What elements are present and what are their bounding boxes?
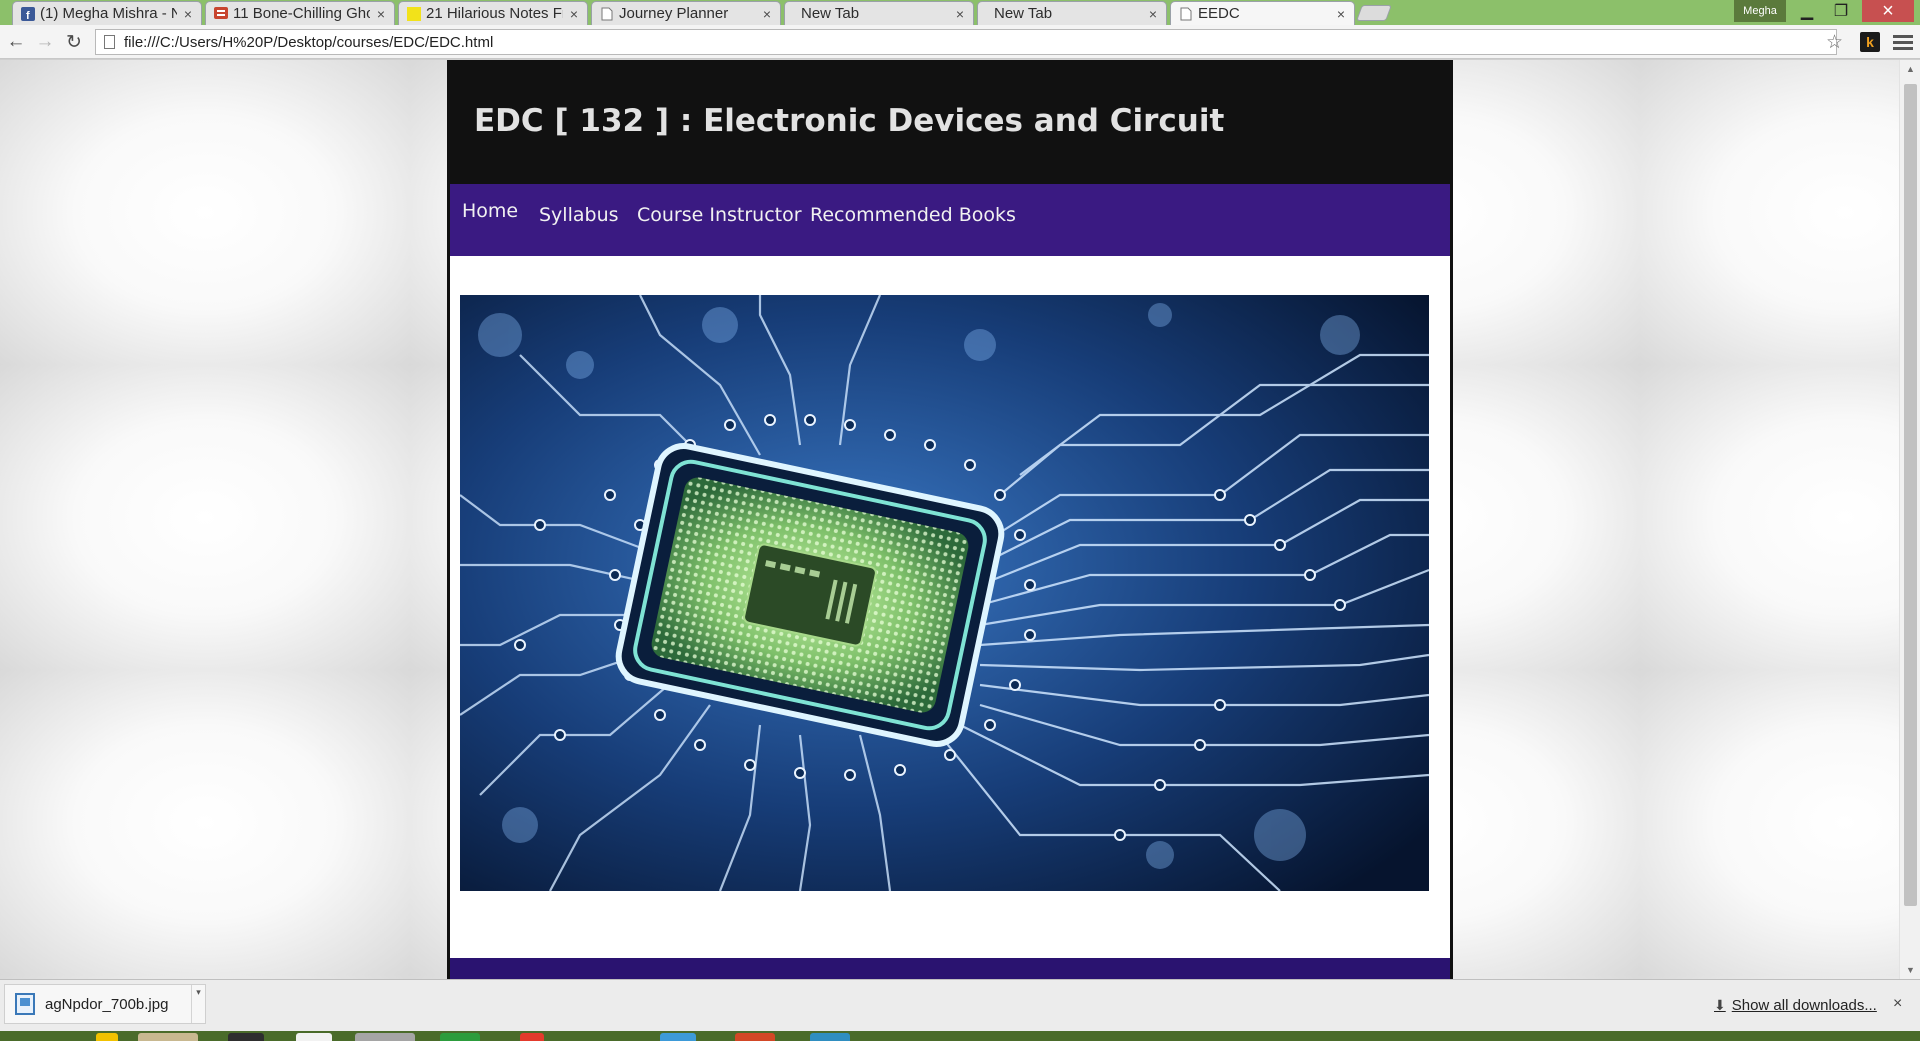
tab-hilarious-notes[interactable]: 21 Hilarious Notes Fr × — [398, 1, 588, 25]
tab-eedc[interactable]: EEDC × — [1170, 1, 1355, 25]
close-icon[interactable]: × — [1893, 995, 1902, 1013]
site-footer — [450, 958, 1450, 979]
download-shelf: agNpdor_700b.jpg ▾ ⬇ Show all downloads.… — [0, 979, 1920, 1031]
tab-close-icon[interactable]: × — [1146, 6, 1160, 22]
chevron-down-icon[interactable]: ▾ — [191, 985, 205, 1023]
url-text: file:///C:/Users/H%20P/Desktop/courses/E… — [124, 33, 494, 51]
tab-title: (1) Megha Mishra - N — [40, 5, 177, 22]
site-header: EDC [ 132 ] : Electronic Devices and Cir… — [450, 60, 1450, 184]
nav-course-instructor[interactable]: Course Instructor — [637, 204, 802, 226]
svg-text:f: f — [26, 10, 30, 21]
profile-badge[interactable]: Megha — [1734, 0, 1786, 22]
tab-close-icon[interactable]: × — [953, 6, 967, 22]
taskbar-app-icon[interactable] — [96, 1033, 118, 1041]
taskbar-chrome-icon[interactable] — [355, 1033, 415, 1041]
tab-buzzfeed[interactable]: 11 Bone-Chilling Gho × — [205, 1, 395, 25]
site-container: EDC [ 132 ] : Electronic Devices and Cir… — [447, 60, 1453, 979]
taskbar-app-icon[interactable] — [660, 1033, 696, 1041]
tab-close-icon[interactable]: × — [1334, 6, 1348, 22]
taskbar-app-icon[interactable] — [735, 1033, 775, 1041]
tab-close-icon[interactable]: × — [374, 6, 388, 22]
tab-title: New Tab — [994, 5, 1053, 22]
browser-toolbar: ← → ↻ file:///C:/Users/H%20P/Desktop/cou… — [0, 25, 1920, 59]
page-viewport: EDC [ 132 ] : Electronic Devices and Cir… — [0, 60, 1899, 979]
new-tab-button[interactable] — [1356, 5, 1392, 21]
page-icon — [1179, 7, 1193, 21]
download-filename: agNpdor_700b.jpg — [45, 995, 169, 1013]
taskbar-app-icon[interactable] — [520, 1033, 544, 1041]
tab-close-icon[interactable]: × — [567, 6, 581, 22]
taskbar-app-icon[interactable] — [296, 1033, 332, 1041]
facebook-icon: f — [21, 6, 35, 21]
tab-facebook[interactable]: f (1) Megha Mishra - N × — [12, 1, 202, 25]
show-all-label: Show all downloads... — [1731, 997, 1877, 1014]
download-arrow-icon: ⬇ — [1714, 997, 1726, 1013]
nav-home[interactable]: Home — [462, 200, 518, 222]
tab-title: New Tab — [801, 5, 860, 22]
address-bar[interactable]: file:///C:/Users/H%20P/Desktop/courses/E… — [95, 29, 1837, 55]
windows-taskbar — [0, 1031, 1920, 1041]
tab-new-tab-1[interactable]: New Tab × — [784, 1, 974, 25]
scroll-down-arrow-icon[interactable]: ▼ — [1900, 963, 1920, 977]
download-item[interactable]: agNpdor_700b.jpg ▾ — [4, 984, 206, 1024]
tab-new-tab-2[interactable]: New Tab × — [977, 1, 1167, 25]
page-icon — [600, 7, 614, 21]
minimize-icon[interactable]: ▁ — [1790, 0, 1824, 22]
yellow-square-icon — [407, 6, 421, 21]
back-arrow-icon[interactable]: ← — [4, 30, 28, 54]
scrollbar-thumb[interactable] — [1904, 84, 1917, 906]
nav-syllabus[interactable]: Syllabus — [539, 204, 619, 226]
page-title: EDC [ 132 ] : Electronic Devices and Cir… — [474, 103, 1225, 139]
taskbar-app-icon[interactable] — [440, 1033, 480, 1041]
image-file-icon — [15, 993, 35, 1015]
buzzfeed-icon — [214, 6, 228, 21]
show-all-downloads-link[interactable]: ⬇ Show all downloads... — [1714, 997, 1877, 1014]
circuit-board-image — [460, 295, 1429, 891]
tab-title: EEDC — [1198, 5, 1240, 22]
vertical-scrollbar[interactable]: ▲ ▼ — [1899, 60, 1920, 979]
bookmark-star-icon[interactable]: ☆ — [1826, 33, 1843, 52]
tab-title: Journey Planner — [619, 5, 729, 22]
tab-close-icon[interactable]: × — [181, 6, 195, 22]
forward-arrow-icon[interactable]: → — [33, 30, 57, 54]
taskbar-app-icon[interactable] — [228, 1033, 264, 1041]
tab-title: 11 Bone-Chilling Gho — [233, 5, 370, 22]
tab-journey-planner[interactable]: Journey Planner × — [591, 1, 781, 25]
scroll-up-arrow-icon[interactable]: ▲ — [1900, 62, 1920, 76]
reload-icon[interactable]: ↻ — [62, 30, 86, 54]
extension-k-icon[interactable]: k — [1860, 32, 1880, 52]
tab-title: 21 Hilarious Notes Fr — [426, 5, 563, 22]
tab-close-icon[interactable]: × — [760, 6, 774, 22]
site-nav: Home Syllabus Course Instructor Recommen… — [450, 184, 1450, 256]
nav-recommended-books[interactable]: Recommended Books — [810, 204, 1016, 226]
taskbar-app-icon[interactable] — [138, 1033, 198, 1041]
tab-strip: f (1) Megha Mishra - N × 11 Bone-Chillin… — [0, 0, 1920, 25]
page-icon — [104, 35, 115, 49]
window-close-icon[interactable]: × — [1862, 0, 1914, 22]
chrome-menu-icon[interactable] — [1893, 32, 1913, 52]
restore-icon[interactable]: ❐ — [1824, 0, 1858, 22]
taskbar-app-icon[interactable] — [810, 1033, 850, 1041]
